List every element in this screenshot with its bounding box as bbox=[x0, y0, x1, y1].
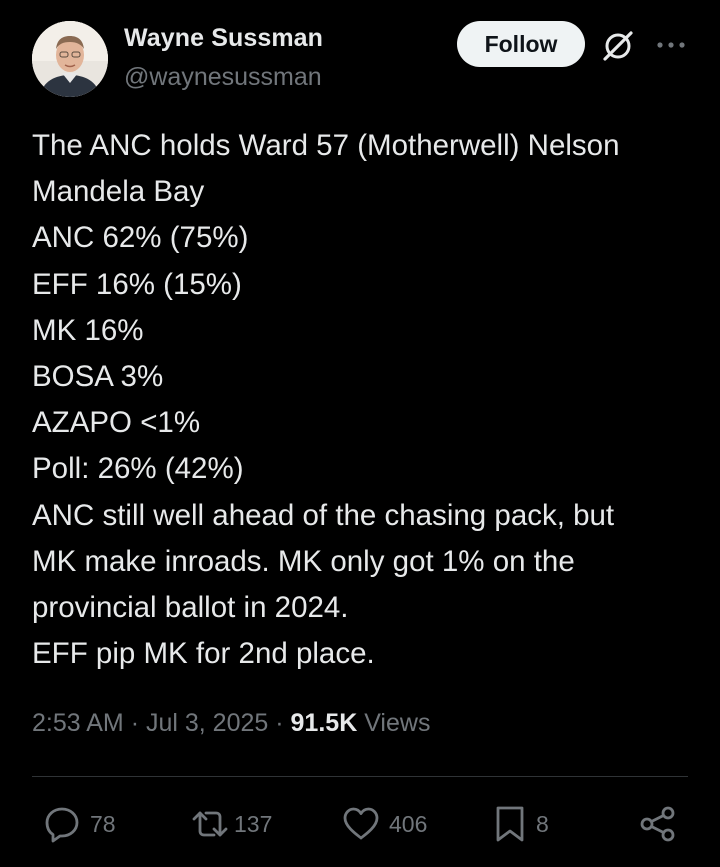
share-icon bbox=[640, 806, 675, 842]
tweet-line: The ANC holds Ward 57 (Motherwell) Nelso… bbox=[32, 129, 620, 162]
grok-icon[interactable] bbox=[600, 28, 636, 64]
bookmark-icon bbox=[496, 806, 524, 842]
tweet-line: provincial ballot in 2024. bbox=[32, 590, 349, 624]
tweet-time[interactable]: 2:53 AM bbox=[32, 709, 124, 737]
tweet-line: MK make inroads. MK only got 1% on the bbox=[32, 544, 575, 578]
tweet-line: EFF pip MK for 2nd place. bbox=[32, 637, 375, 671]
bookmark-button[interactable]: 8 bbox=[492, 804, 549, 844]
tweet-line: Poll: 26% (42%) bbox=[32, 452, 244, 486]
tweet-line: Mandela Bay bbox=[32, 175, 205, 209]
repost-button[interactable]: 137 bbox=[190, 804, 272, 844]
reply-button[interactable]: 78 bbox=[42, 804, 116, 844]
heart-icon bbox=[343, 807, 379, 840]
like-count: 406 bbox=[389, 810, 428, 837]
tweet-date[interactable]: Jul 3, 2025 bbox=[146, 709, 268, 737]
reply-icon bbox=[45, 807, 79, 843]
avatar-image bbox=[32, 21, 108, 97]
repost-count: 137 bbox=[234, 810, 273, 837]
views-count[interactable]: 91.5K bbox=[291, 709, 358, 737]
tweet-line: EFF 16% (15%) bbox=[32, 267, 242, 301]
bookmark-count: 8 bbox=[536, 810, 549, 837]
follow-button[interactable]: Follow bbox=[457, 21, 585, 67]
author-handle[interactable]: @waynesussman bbox=[124, 63, 322, 92]
tweet-line: MK 16% bbox=[32, 313, 144, 347]
like-button[interactable]: 406 bbox=[341, 804, 427, 844]
divider bbox=[32, 776, 688, 777]
author-name[interactable]: Wayne Sussman bbox=[124, 24, 323, 53]
meta-separator: · bbox=[130, 709, 140, 737]
tweet-line: BOSA 3% bbox=[32, 359, 164, 393]
views-label: Views bbox=[364, 709, 431, 737]
reply-count: 78 bbox=[90, 810, 116, 837]
tweet-line: ANC 62% (75%) bbox=[32, 221, 249, 255]
tweet-meta: 2:53 AM · Jul 3, 2025 · 91.5K Views bbox=[32, 709, 430, 738]
avatar[interactable] bbox=[32, 21, 108, 97]
meta-separator: · bbox=[275, 709, 284, 737]
share-button[interactable] bbox=[638, 804, 678, 844]
repost-icon bbox=[192, 811, 228, 837]
more-icon[interactable] bbox=[655, 38, 687, 50]
tweet-text: The ANC holds Ward 57 (Motherwell) Nelso… bbox=[32, 123, 702, 677]
tweet-line: ANC still well ahead of the chasing pack… bbox=[32, 498, 615, 532]
tweet-line: AZAPO <1% bbox=[32, 406, 201, 440]
